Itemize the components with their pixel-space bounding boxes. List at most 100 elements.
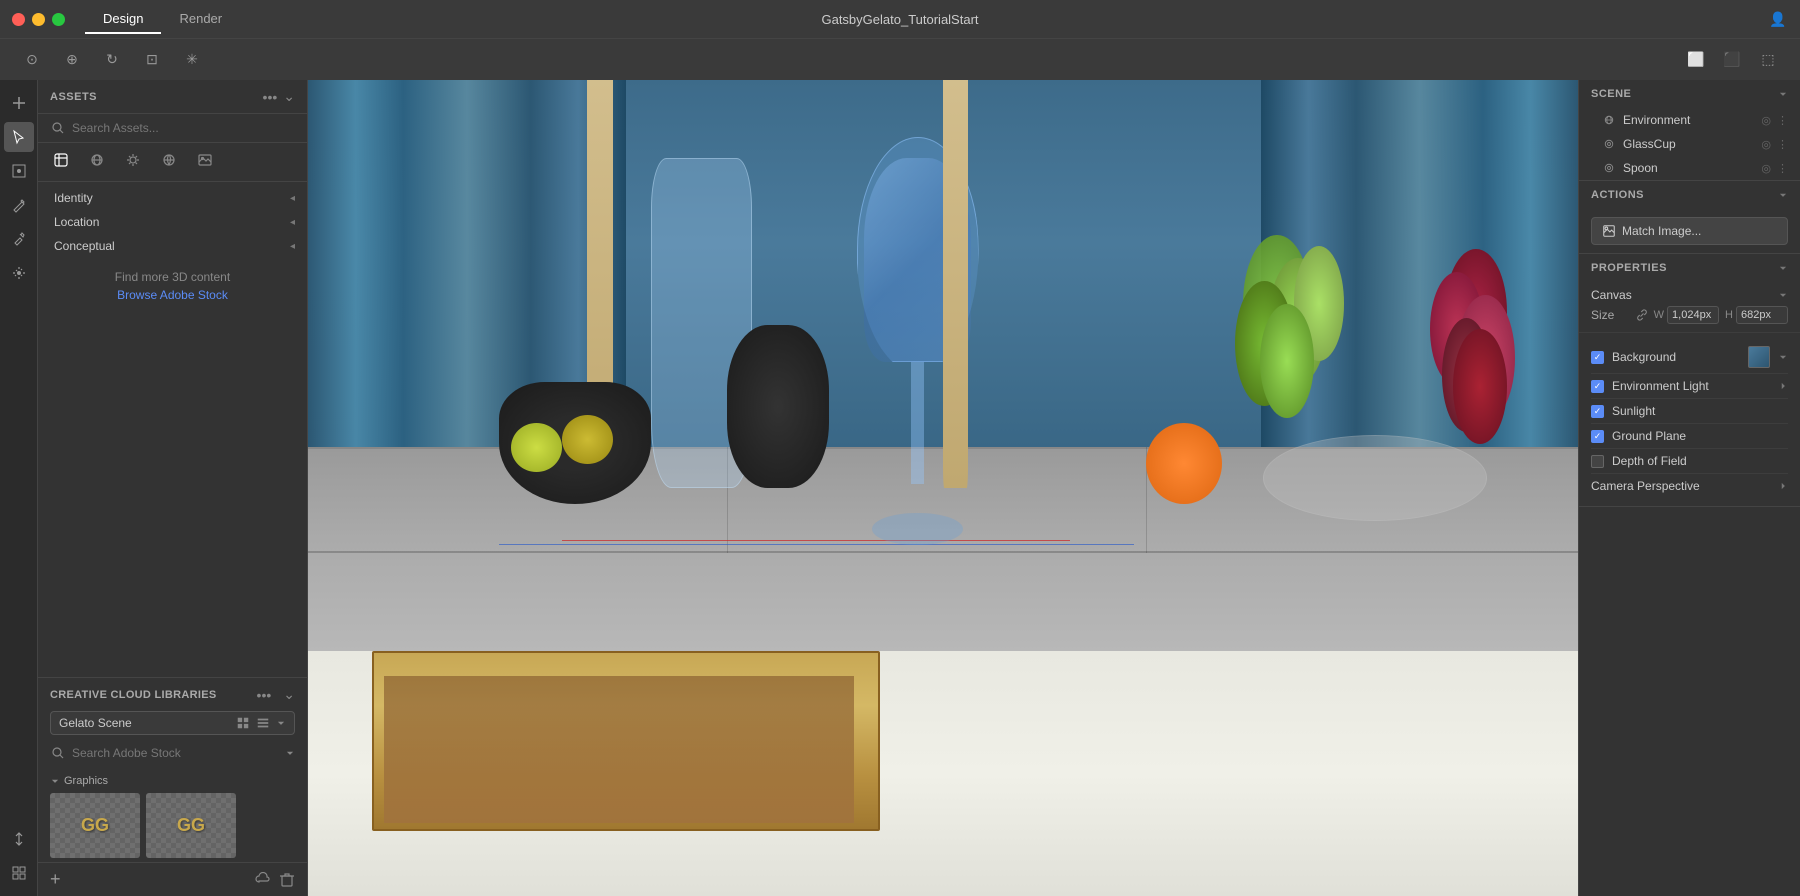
tool-arrange[interactable] bbox=[4, 858, 34, 888]
scene-item-environment[interactable]: Environment ◎ ⋮ bbox=[1579, 108, 1800, 132]
scene-item-glasscup-visibility[interactable]: ◎ bbox=[1761, 138, 1771, 151]
assets-more-button[interactable]: ••• bbox=[263, 89, 278, 105]
asset-type-images[interactable] bbox=[194, 149, 216, 175]
graphics-expand-icon[interactable] bbox=[50, 776, 60, 786]
tree-item-location-arrow: ◂ bbox=[290, 217, 295, 228]
background-thumb[interactable] bbox=[1748, 346, 1770, 368]
toolbar-compare-icon[interactable]: ⬛ bbox=[1720, 48, 1744, 72]
sunlight-checkbox[interactable] bbox=[1591, 405, 1604, 418]
asset-type-environments[interactable] bbox=[158, 149, 180, 175]
dof-label: Depth of Field bbox=[1612, 454, 1788, 468]
add-asset-button[interactable]: + bbox=[50, 869, 61, 890]
scene-item-environment-more[interactable]: ⋮ bbox=[1777, 114, 1788, 127]
toolbar-scale-tool[interactable]: ⊡ bbox=[140, 48, 164, 72]
title-tabs: Design Render bbox=[85, 5, 240, 34]
asset-type-objects[interactable] bbox=[86, 149, 108, 175]
close-button[interactable] bbox=[12, 13, 25, 26]
tool-paint[interactable] bbox=[4, 190, 34, 220]
cc-collapse-button[interactable]: ⌄ bbox=[283, 686, 295, 703]
scene-section: SCENE Environment ◎ ⋮ GlassCup ◎ ⋮ bbox=[1579, 80, 1800, 181]
tree-item-identity-label: Identity bbox=[54, 191, 93, 205]
cc-more-button[interactable]: ••• bbox=[257, 687, 272, 703]
scene-section-header[interactable]: SCENE bbox=[1579, 80, 1800, 108]
scene-item-glasscup-label: GlassCup bbox=[1623, 137, 1753, 151]
tree-item-location[interactable]: Location ◂ bbox=[38, 210, 307, 234]
list-view-icon[interactable] bbox=[256, 716, 270, 730]
scene-title: SCENE bbox=[1591, 88, 1778, 100]
actions-section-panel: ACTIONS Match Image... bbox=[1579, 181, 1800, 254]
link-icon[interactable] bbox=[1636, 309, 1648, 321]
scene-item-spoon-actions: ◎ ⋮ bbox=[1761, 162, 1788, 175]
title-right-area: 👤 bbox=[1768, 9, 1788, 29]
tab-design[interactable]: Design bbox=[85, 5, 161, 34]
height-field: H bbox=[1725, 306, 1788, 324]
tool-pan[interactable] bbox=[4, 258, 34, 288]
toolbar-light-tool[interactable]: ✳ bbox=[180, 48, 204, 72]
env-light-label: Environment Light bbox=[1612, 379, 1770, 393]
left-tools bbox=[0, 80, 38, 896]
toolbar-rotate-tool[interactable]: ↻ bbox=[100, 48, 124, 72]
ground-plane-checkbox[interactable] bbox=[1591, 430, 1604, 443]
cc-search-input[interactable] bbox=[72, 746, 279, 760]
title-bar: Design Render GatsbyGelato_TutorialStart… bbox=[0, 0, 1800, 38]
actions-content: Match Image... bbox=[1579, 209, 1800, 253]
graphics-thumb-2-label: GG bbox=[177, 815, 205, 836]
assets-actions: ••• ⌄ bbox=[263, 88, 295, 105]
properties-header[interactable]: PROPERTIES bbox=[1579, 254, 1800, 282]
scene-item-environment-visibility[interactable]: ◎ bbox=[1761, 114, 1771, 127]
scene-item-spoon-more[interactable]: ⋮ bbox=[1777, 162, 1788, 175]
height-input[interactable] bbox=[1736, 306, 1788, 324]
asset-type-lights[interactable] bbox=[122, 149, 144, 175]
cc-search-icon bbox=[50, 745, 66, 761]
asset-type-materials[interactable] bbox=[50, 149, 72, 175]
assets-collapse-button[interactable]: ⌄ bbox=[283, 88, 295, 105]
match-image-button[interactable]: Match Image... bbox=[1591, 217, 1788, 245]
tool-move-vertical[interactable] bbox=[4, 824, 34, 854]
height-label: H bbox=[1725, 309, 1733, 321]
toolbar-move-tool[interactable]: ⊕ bbox=[60, 48, 84, 72]
browse-adobe-stock-link[interactable]: Browse Adobe Stock bbox=[38, 288, 307, 302]
canvas-collapse-icon[interactable] bbox=[1778, 290, 1788, 300]
tool-transform[interactable] bbox=[4, 156, 34, 186]
tool-select[interactable] bbox=[4, 122, 34, 152]
canvas-size-label: Size bbox=[1591, 308, 1630, 322]
scene-item-spoon-label: Spoon bbox=[1623, 161, 1753, 175]
minimize-button[interactable] bbox=[32, 13, 45, 26]
scene-item-glasscup[interactable]: GlassCup ◎ ⋮ bbox=[1579, 132, 1800, 156]
cc-library-dropdown-label: Gelato Scene bbox=[59, 716, 230, 730]
actions-header[interactable]: ACTIONS bbox=[1579, 181, 1800, 209]
props-item-env-light: Environment Light bbox=[1591, 374, 1788, 399]
props-item-ground-plane: Ground Plane bbox=[1591, 424, 1788, 449]
graphics-thumb-2[interactable]: GG bbox=[146, 793, 236, 858]
assets-search-input[interactable] bbox=[72, 121, 295, 135]
scene-item-spoon[interactable]: Spoon ◎ ⋮ bbox=[1579, 156, 1800, 180]
dof-checkbox[interactable] bbox=[1591, 455, 1604, 468]
cloud-icon[interactable] bbox=[255, 872, 271, 888]
window-controls[interactable] bbox=[12, 13, 65, 26]
maximize-button[interactable] bbox=[52, 13, 65, 26]
profile-icon[interactable]: 👤 bbox=[1768, 9, 1788, 29]
tool-add[interactable] bbox=[4, 88, 34, 118]
tab-render[interactable]: Render bbox=[161, 5, 240, 34]
width-input[interactable] bbox=[1667, 306, 1719, 324]
tool-sample[interactable] bbox=[4, 224, 34, 254]
background-checkbox[interactable] bbox=[1591, 351, 1604, 364]
delete-button[interactable] bbox=[279, 872, 295, 888]
scene-item-glasscup-more[interactable]: ⋮ bbox=[1777, 138, 1788, 151]
toolbar-circle-tool[interactable]: ⊙ bbox=[20, 48, 44, 72]
tree-item-conceptual[interactable]: Conceptual ◂ bbox=[38, 234, 307, 258]
cc-library-dropdown[interactable]: Gelato Scene bbox=[50, 711, 295, 735]
scene-item-spoon-visibility[interactable]: ◎ bbox=[1761, 162, 1771, 175]
graphics-title: Graphics bbox=[64, 775, 108, 787]
tree-item-identity[interactable]: Identity ◂ bbox=[38, 186, 307, 210]
env-light-checkbox[interactable] bbox=[1591, 380, 1604, 393]
canvas-size-row: Size W H bbox=[1591, 306, 1788, 324]
width-field: W bbox=[1654, 306, 1719, 324]
toolbar-export-icon[interactable]: ⬚ bbox=[1756, 48, 1780, 72]
canvas-area[interactable] bbox=[308, 80, 1578, 896]
toolbar-frame-icon[interactable]: ⬜ bbox=[1684, 48, 1708, 72]
match-image-label: Match Image... bbox=[1622, 224, 1701, 238]
graphics-thumb-1[interactable]: GG bbox=[50, 793, 140, 858]
props-item-sunlight: Sunlight bbox=[1591, 399, 1788, 424]
grid-view-icon[interactable] bbox=[236, 716, 250, 730]
